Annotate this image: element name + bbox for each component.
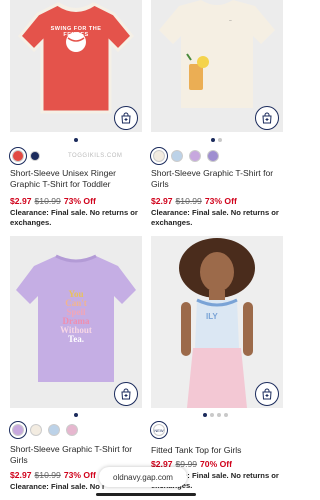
color-swatch-purple[interactable] bbox=[207, 150, 219, 162]
image-carousel-dots[interactable] bbox=[211, 138, 222, 142]
watermark: TOGGIKILS.COM bbox=[68, 153, 123, 159]
clearance-note: Clearance: Final sale. No returns or exc… bbox=[10, 208, 138, 227]
color-swatch-new[interactable]: NEW bbox=[150, 421, 168, 439]
color-swatch-navy[interactable] bbox=[30, 151, 40, 161]
tank-graphic-text: ILY bbox=[206, 312, 218, 321]
product-price: $2.97 $10.99 73% Off bbox=[10, 470, 96, 481]
sale-price: $2.97 bbox=[10, 196, 32, 206]
carousel-dot[interactable] bbox=[218, 138, 222, 142]
color-swatches[interactable] bbox=[9, 147, 40, 165]
svg-text:~: ~ bbox=[229, 19, 232, 24]
product-image[interactable]: SWING FOR THE FENCES bbox=[10, 0, 142, 132]
color-swatches[interactable] bbox=[9, 421, 78, 439]
color-swatch-pink[interactable] bbox=[66, 424, 78, 436]
shopping-bag-plus-icon bbox=[262, 112, 272, 124]
color-swatches[interactable] bbox=[150, 147, 219, 165]
product-card[interactable]: SWING FOR THE FENCES TOGGIKILS.COM Short… bbox=[9, 0, 142, 235]
product-name[interactable]: Fitted Tank Top for Girls bbox=[151, 445, 283, 456]
shopping-bag-plus-icon bbox=[121, 112, 131, 124]
carousel-dot[interactable] bbox=[74, 138, 78, 142]
discount-badge: 73% Off bbox=[63, 196, 96, 206]
carousel-dot[interactable] bbox=[217, 413, 221, 417]
shopping-bag-plus-icon bbox=[262, 388, 272, 400]
carousel-dot[interactable] bbox=[211, 138, 215, 142]
product-price: $2.97 $10.99 73% Off bbox=[151, 196, 237, 207]
add-to-bag-button[interactable] bbox=[255, 106, 279, 130]
discount-badge: 73% Off bbox=[63, 470, 96, 480]
color-swatch-red[interactable] bbox=[9, 147, 27, 165]
color-swatch-lavender[interactable] bbox=[9, 421, 27, 439]
color-swatch-cream[interactable] bbox=[150, 147, 168, 165]
sale-price: $2.97 bbox=[151, 196, 173, 206]
product-card[interactable]: You Can't Spell Drama Without Tea. Short… bbox=[9, 236, 142, 500]
carousel-dot[interactable] bbox=[210, 413, 214, 417]
sale-price: $2.97 bbox=[10, 470, 32, 480]
product-name[interactable]: Short-Sleeve Graphic T-Shirt for Girls bbox=[10, 444, 142, 466]
shopping-bag-plus-icon bbox=[121, 388, 131, 400]
product-name[interactable]: Short-Sleeve Unisex Ringer Graphic T-Shi… bbox=[10, 168, 142, 190]
product-image[interactable]: ~ bbox=[151, 0, 283, 132]
product-image[interactable]: ILY bbox=[151, 236, 283, 408]
product-image[interactable]: You Can't Spell Drama Without Tea. bbox=[10, 236, 142, 408]
tshirt-graphic-text: You Can't Spell Drama Without Tea. bbox=[60, 289, 92, 344]
carousel-dot[interactable] bbox=[203, 413, 207, 417]
product-name[interactable]: Short-Sleeve Graphic T-Shirt for Girls bbox=[151, 168, 283, 190]
discount-badge: 70% Off bbox=[200, 459, 233, 469]
add-to-bag-button[interactable] bbox=[114, 382, 138, 406]
product-price: $2.97 $10.99 73% Off bbox=[10, 196, 96, 207]
url-text[interactable]: oldnavy.gap.com bbox=[113, 473, 173, 482]
image-carousel-dots[interactable] bbox=[74, 138, 78, 142]
tshirt-graphic-text: SWING FOR THE FENCES bbox=[50, 26, 102, 38]
image-carousel-dots[interactable] bbox=[203, 413, 228, 417]
original-price: $10.99 bbox=[175, 196, 202, 206]
add-to-bag-button[interactable] bbox=[114, 106, 138, 130]
product-card[interactable]: ~ Short-Sleeve Graphic T-Shirt for Girls… bbox=[150, 0, 283, 235]
add-to-bag-button[interactable] bbox=[255, 382, 279, 406]
color-swatch-cream[interactable] bbox=[30, 424, 42, 436]
original-price: $10.99 bbox=[34, 196, 61, 206]
carousel-dot[interactable] bbox=[74, 413, 78, 417]
color-swatch-light-blue[interactable] bbox=[171, 150, 183, 162]
original-price: $10.99 bbox=[34, 470, 61, 480]
discount-badge: 73% Off bbox=[204, 196, 237, 206]
carousel-dot[interactable] bbox=[224, 413, 228, 417]
clearance-note: Clearance: Final sale. No returns or exc… bbox=[151, 208, 279, 227]
color-swatch-light-blue[interactable] bbox=[48, 424, 60, 436]
browser-url-bar[interactable]: oldnavy.gap.com bbox=[99, 467, 187, 487]
home-indicator[interactable] bbox=[96, 493, 196, 496]
color-swatches[interactable]: NEW bbox=[150, 421, 168, 439]
image-carousel-dots[interactable] bbox=[74, 413, 78, 417]
product-card[interactable]: ILY NEW Fitted Tank Top for Girls $2.97 $… bbox=[150, 236, 283, 500]
color-swatch-lavender[interactable] bbox=[189, 150, 201, 162]
